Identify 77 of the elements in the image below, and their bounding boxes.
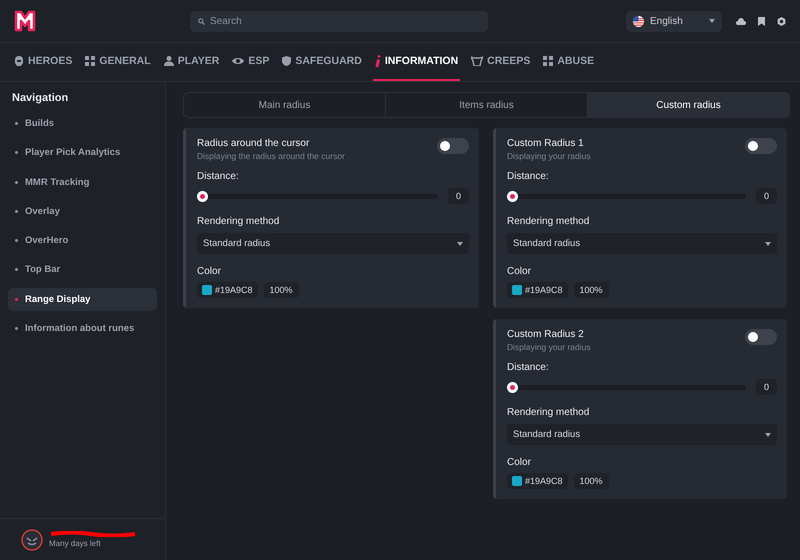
caret-icon: [709, 19, 715, 23]
sidebar-title: Navigation: [11, 92, 70, 106]
distance-value: 0: [448, 188, 469, 204]
distance-slider[interactable]: [507, 382, 746, 392]
distance-slider[interactable]: [507, 190, 746, 202]
grid-icon: [543, 56, 554, 66]
grid-icon: [85, 56, 96, 66]
color-picker[interactable]: #19A9C8: [197, 282, 258, 298]
helmet-icon: [14, 56, 24, 66]
subscription-status: Many days left: [49, 539, 102, 548]
card-title: Custom Radius 1: [507, 138, 585, 149]
sidebar-item[interactable]: Player Pick Analytics: [8, 141, 157, 164]
nav-tab[interactable]: ABUSE: [541, 43, 596, 81]
avatar-icon: [21, 528, 43, 550]
sidebar-item[interactable]: MMR Tracking: [8, 170, 157, 194]
nav-tab[interactable]: CREEPS: [469, 43, 532, 81]
distance-label: Distance:: [507, 171, 550, 182]
distance-value: 0: [756, 188, 777, 204]
distance-slider[interactable]: [197, 190, 438, 202]
distance-value: 0: [756, 379, 777, 395]
caret-icon: [457, 242, 463, 246]
shield-icon: [282, 56, 292, 66]
color-label: Color: [507, 457, 532, 468]
sidebar-item[interactable]: Top Bar: [8, 258, 157, 282]
card-title: Custom Radius 2: [507, 329, 585, 340]
rendering-label: Rendering method: [507, 216, 590, 227]
info-icon: [374, 55, 381, 67]
opacity-field[interactable]: 100%: [264, 282, 299, 298]
rendering-dropdown[interactable]: Standard radius: [507, 233, 777, 254]
color-picker[interactable]: #19A9C8: [507, 282, 568, 298]
search-icon: [198, 18, 205, 24]
distance-label: Distance:: [507, 362, 550, 373]
nav-tab[interactable]: PLAYER: [162, 43, 222, 81]
language-dropdown[interactable]: English: [626, 10, 722, 32]
toggle-switch[interactable]: [745, 138, 777, 154]
rendering-label: Rendering method: [507, 407, 590, 418]
cloud-icon[interactable]: [736, 18, 746, 24]
eye-icon: [232, 57, 244, 65]
sidebar-item[interactable]: Overlay: [8, 200, 157, 223]
color-label: Color: [507, 266, 532, 277]
distance-label: Distance:: [197, 171, 240, 182]
sidebar-item[interactable]: OverHero: [8, 229, 157, 252]
card-subtitle: Displaying your radius: [507, 342, 591, 352]
nav-tab[interactable]: HEROES: [12, 43, 74, 81]
slider-thumb[interactable]: [197, 190, 208, 202]
nav-tab[interactable]: INFORMATION: [372, 43, 460, 81]
slider-thumb[interactable]: [507, 190, 518, 202]
person-icon: [164, 56, 174, 66]
flag-icon: [633, 16, 644, 26]
toggle-switch[interactable]: [437, 138, 469, 154]
slider-thumb[interactable]: [507, 382, 518, 392]
sidebar-item[interactable]: Range Display: [8, 288, 157, 311]
rendering-dropdown[interactable]: Standard radius: [197, 233, 469, 254]
opacity-field[interactable]: 100%: [574, 282, 609, 298]
opacity-field[interactable]: 100%: [574, 473, 609, 489]
radius-tab[interactable]: Custom radius: [587, 93, 789, 117]
color-picker[interactable]: #19A9C8: [507, 473, 568, 489]
rendering-dropdown[interactable]: Standard radius: [507, 424, 777, 445]
logo-icon: [14, 10, 36, 32]
settings-icon[interactable]: [777, 16, 786, 26]
sidebar-item[interactable]: Information about runes: [8, 317, 157, 340]
nav-tab[interactable]: GENERAL: [83, 43, 153, 81]
bookmark-icon[interactable]: [758, 16, 765, 26]
radius-tab[interactable]: Main radius: [184, 93, 385, 117]
caret-icon: [765, 432, 771, 436]
card-subtitle: Displaying your radius: [507, 151, 591, 161]
color-label: Color: [197, 266, 222, 277]
sidebar-item[interactable]: Builds: [8, 112, 157, 135]
card-subtitle: Displaying the radius around the cursor: [197, 151, 345, 161]
rendering-label: Rendering method: [197, 216, 280, 227]
caret-icon: [765, 242, 771, 246]
card-title: Radius around the cursor: [197, 138, 310, 149]
nav-tab[interactable]: ESP: [230, 43, 272, 81]
search-field[interactable]: Search: [190, 10, 488, 32]
nav-tab[interactable]: SAFEGUARD: [280, 43, 364, 81]
toggle-switch[interactable]: [745, 329, 777, 345]
creep-icon: [471, 56, 484, 66]
